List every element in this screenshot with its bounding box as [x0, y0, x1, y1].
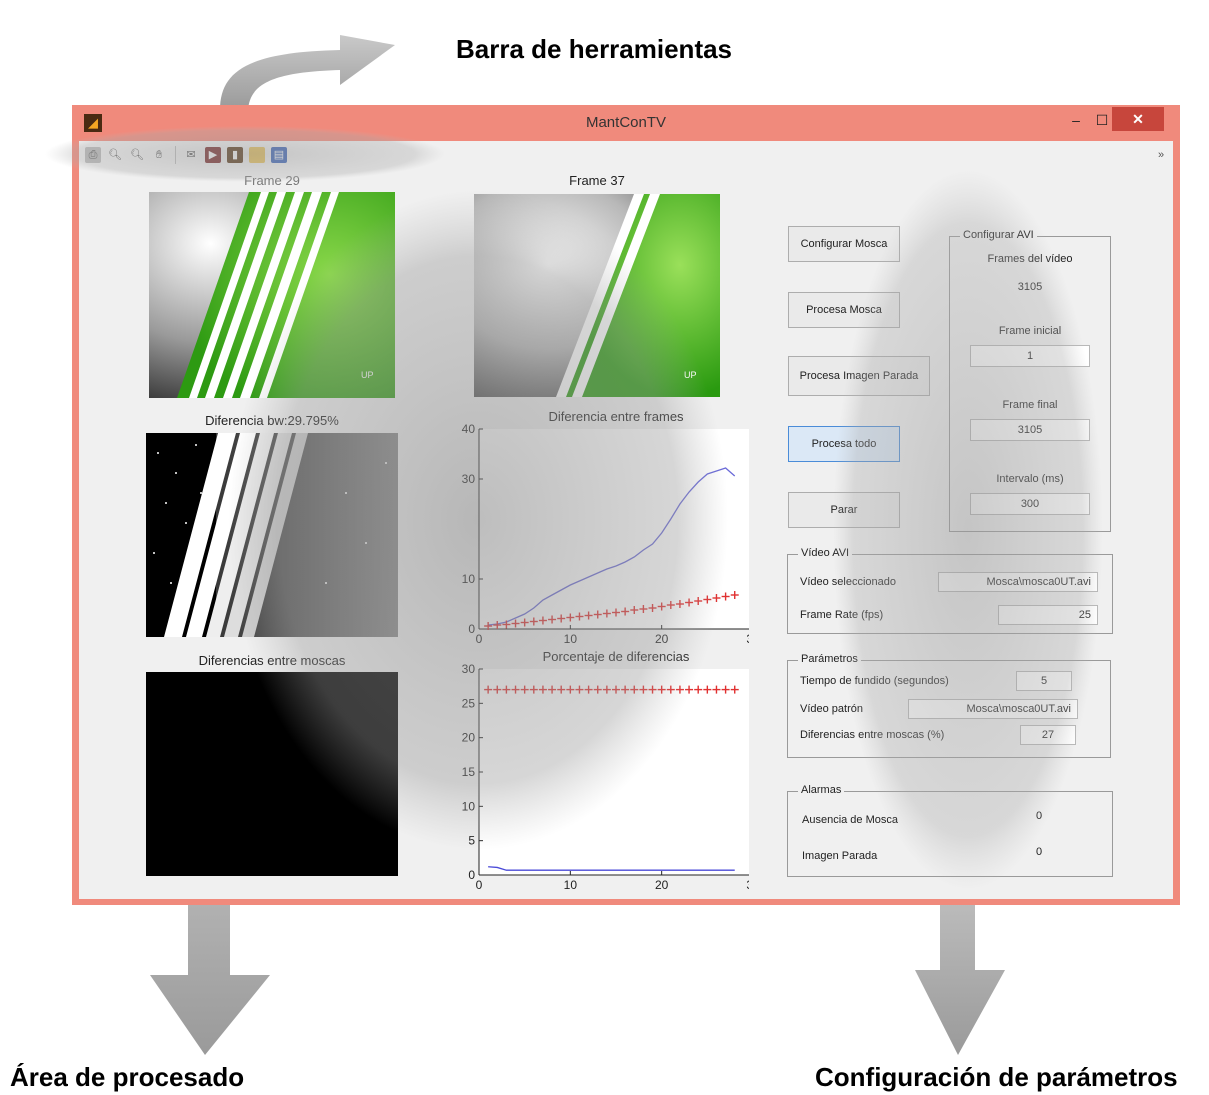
frame-right-image: UP	[474, 194, 720, 397]
y-tick-label: 0	[468, 868, 475, 882]
print-icon[interactable]: ⎙	[85, 147, 101, 163]
clapper-icon[interactable]: ▮	[227, 147, 243, 163]
x-tick-label: 20	[655, 878, 669, 892]
procesa-mosca-button[interactable]: Procesa Mosca	[788, 292, 900, 328]
intervalo-label: Intervalo (ms)	[996, 473, 1064, 485]
diff-flies-title: Diferencias entre moscas	[198, 653, 346, 668]
ausencia-value: 0	[1036, 810, 1043, 822]
toolbar: ⎙ 🔍︎ 🔍︎ ✋︎ ✉︎ ▶︎ ▮ ▤ »	[79, 141, 1173, 170]
video-icon[interactable]: ▶︎	[205, 147, 221, 163]
video-selected-label: Vídeo seleccionado	[800, 576, 897, 588]
annotation-toolbar: Barra de herramientas	[456, 34, 733, 64]
y-tick-label: 40	[462, 422, 476, 436]
frame-final-label: Frame final	[1002, 399, 1058, 411]
parametros-group: Parámetros Tiempo de fundido (segundos) …	[787, 653, 1111, 758]
ausencia-label: Ausencia de Mosca	[802, 814, 898, 826]
frame-rate-input[interactable]: 25	[998, 605, 1098, 625]
x-tick-label: 20	[655, 632, 669, 646]
toolbar-overflow-icon[interactable]: »	[1153, 147, 1169, 163]
configurar-avi-group: Configurar AVI Frames del vídeo 3105 Fra…	[949, 229, 1111, 532]
y-tick-label: 30	[462, 662, 476, 676]
close-button[interactable]: ✕	[1112, 107, 1164, 131]
parada-label: Imagen Parada	[802, 850, 878, 862]
parada-value: 0	[1036, 846, 1043, 858]
x-tick-label: 10	[564, 878, 578, 892]
y-tick-label: 20	[462, 731, 476, 745]
video-avi-group: Vídeo AVI Vídeo seleccionado Mosca\mosca…	[787, 547, 1113, 634]
diff-flies-image	[146, 672, 398, 876]
plot-area	[479, 669, 749, 875]
minimize-button[interactable]: –	[1068, 109, 1084, 131]
maximize-button[interactable]: ☐	[1094, 109, 1110, 131]
diferencias-label: Diferencias entre moscas (%)	[800, 729, 945, 741]
y-tick-label: 25	[462, 696, 476, 710]
diferencias-input[interactable]: 27	[1020, 725, 1076, 745]
frame-rate-label: Frame Rate (fps)	[800, 609, 884, 621]
chart-title: Diferencia entre frames	[548, 409, 684, 424]
chart-porcentaje-diferencias: Porcentaje de diferencias 0 10 20 30 0 5 10 15 20…	[462, 649, 749, 892]
logo-text: UP	[361, 370, 374, 380]
y-tick-label: 30	[462, 472, 476, 486]
frames-value: 3105	[1017, 281, 1043, 293]
parametros-legend: Parámetros	[798, 653, 861, 665]
zoom-out-icon[interactable]: 🔍︎	[129, 147, 145, 163]
toolbar-arrow	[220, 35, 395, 110]
chart-diferencia-frames: Diferencia entre frames 0 10 20 30 0 10 30 40	[462, 409, 749, 646]
client-area: Frame 29 UP Diferencia bw:29.795% Difere…	[79, 169, 1173, 899]
window-title: MantConTV	[585, 114, 667, 131]
y-tick-label: 10	[462, 799, 476, 813]
x-tick-label: 30	[746, 878, 749, 892]
x-tick-label: 0	[476, 632, 483, 646]
fundido-input[interactable]: 5	[1016, 671, 1072, 691]
frame-final-input[interactable]: 3105	[970, 419, 1090, 441]
annotation-parameters: Configuración de parámetros	[815, 1062, 1178, 1092]
folder-icon[interactable]	[249, 147, 265, 163]
alarmas-legend: Alarmas	[798, 784, 845, 796]
toolbar-divider	[175, 146, 176, 164]
patron-label: Vídeo patrón	[800, 703, 863, 715]
y-tick-label: 15	[462, 765, 476, 779]
y-tick-label: 10	[462, 572, 476, 586]
app-window: ◢ MantConTV – ☐ ✕ ⎙ 🔍︎ 🔍︎ ✋︎ ✉︎ ▶︎ ▮ ▤ »…	[72, 105, 1180, 905]
annotation-processing-area: Área de procesado	[10, 1062, 245, 1092]
configurar-avi-legend: Configurar AVI	[960, 229, 1037, 241]
frame-left-title: Frame 29	[244, 173, 300, 188]
chart-title: Porcentaje de diferencias	[543, 649, 690, 664]
configurar-mosca-button[interactable]: Configurar Mosca	[788, 226, 900, 262]
email-icon[interactable]: ✉︎	[183, 147, 199, 163]
logo-text-right: UP	[684, 370, 697, 380]
pan-icon[interactable]: ✋︎	[151, 147, 167, 163]
diff-bw-title: Diferencia bw:29.795%	[205, 413, 339, 428]
frame-right-title: Frame 37	[569, 173, 625, 188]
x-tick-label: 30	[746, 632, 749, 646]
intervalo-input[interactable]: 300	[970, 493, 1090, 515]
video-selected-input[interactable]: Mosca\mosca0UT.avi	[938, 572, 1098, 592]
parar-button[interactable]: Parar	[788, 492, 900, 528]
fundido-label: Tiempo de fundido (segundos)	[800, 675, 949, 687]
save-icon[interactable]: ▤	[271, 147, 287, 163]
diff-bw-image	[146, 433, 398, 637]
y-tick-label: 5	[468, 834, 475, 848]
frame-inicial-input[interactable]: 1	[970, 345, 1090, 367]
procesa-imagen-parada-button[interactable]: Procesa Imagen Parada	[788, 356, 930, 396]
alarmas-group: Alarmas Ausencia de Mosca 0 Imagen Parad…	[787, 784, 1113, 877]
title-bar: ◢ MantConTV – ☐ ✕	[72, 105, 1180, 141]
y-tick-label: 0	[468, 622, 475, 636]
video-avi-legend: Vídeo AVI	[798, 547, 853, 559]
patron-input[interactable]: Mosca\mosca0UT.avi	[908, 699, 1078, 719]
x-tick-label: 10	[564, 632, 578, 646]
frame-left-image: UP	[149, 192, 395, 398]
zoom-in-icon[interactable]: 🔍︎	[107, 147, 123, 163]
x-tick-label: 0	[476, 878, 483, 892]
frame-inicial-label: Frame inicial	[998, 325, 1062, 337]
frames-label: Frames del vídeo	[987, 253, 1073, 265]
procesa-todo-button[interactable]: Procesa todo	[788, 426, 900, 462]
